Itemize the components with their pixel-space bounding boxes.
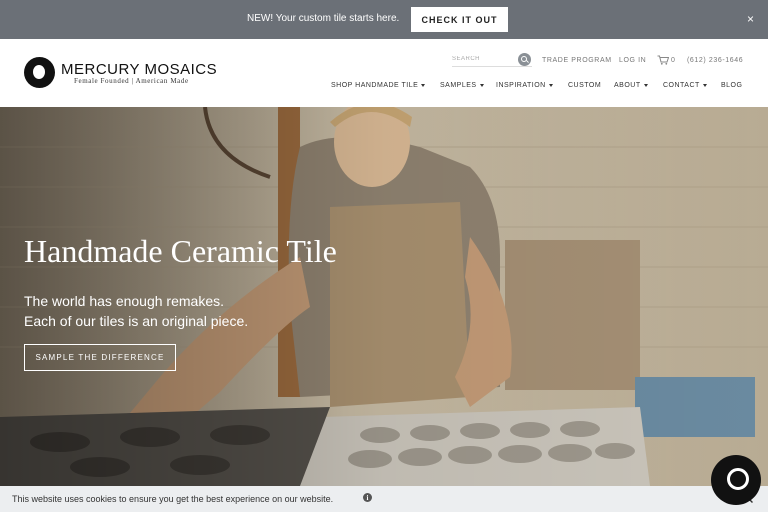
nav-shop-handmade-tile[interactable]: SHOP HANDMADE TILE [331, 82, 426, 89]
nav-custom[interactable]: CUSTOM [568, 82, 601, 89]
search-input[interactable] [452, 53, 514, 65]
logo-mark-icon[interactable] [24, 57, 55, 88]
info-icon[interactable]: i [363, 493, 372, 502]
chat-icon[interactable] [711, 455, 761, 505]
nav-label: SHOP HANDMADE TILE [331, 82, 419, 89]
chevron-down-icon [702, 83, 707, 87]
cart-count[interactable]: 0 [671, 57, 675, 64]
hero-subtitle-line-2: Each of our tiles is an original piece. [24, 313, 249, 329]
nav-label: CONTACT [663, 82, 700, 89]
hero-title: Handmade Ceramic Tile [24, 233, 337, 269]
nav-label: ABOUT [614, 82, 641, 89]
log-in-link[interactable]: LOG IN [619, 57, 646, 64]
announcement-bar: NEW! Your custom tile starts here. CHECK… [0, 0, 768, 39]
nav-label: SAMPLES [440, 82, 477, 89]
cookie-banner: This website uses cookies to ensure you … [0, 486, 768, 512]
check-it-out-button[interactable]: CHECK IT OUT [411, 7, 508, 32]
chevron-down-icon [479, 83, 484, 87]
brand-tagline: Female Founded | American Made [74, 77, 189, 85]
brand-name[interactable]: MERCURY MOSAICS [61, 61, 217, 78]
search-icon[interactable] [518, 53, 531, 66]
trade-program-link[interactable]: TRADE PROGRAM [542, 57, 612, 64]
chevron-down-icon [548, 83, 553, 87]
site-header: MERCURY MOSAICS Female Founded | America… [0, 39, 768, 107]
nav-label: CUSTOM [568, 82, 602, 89]
sample-the-difference-button[interactable]: SAMPLE THE DIFFERENCE [24, 344, 176, 371]
nav-contact[interactable]: CONTACT [663, 82, 707, 89]
search-box [452, 53, 532, 67]
cookie-text: This website uses cookies to ensure you … [12, 494, 334, 504]
phone-link[interactable]: (612) 236-1646 [687, 57, 743, 64]
nav-about[interactable]: ABOUT [614, 82, 648, 89]
chevron-down-icon [643, 83, 648, 87]
announcement-text: NEW! Your custom tile starts here. [247, 13, 400, 24]
cart-icon[interactable] [657, 55, 669, 65]
nav-label: BLOG [721, 82, 743, 89]
nav-inspiration[interactable]: INSPIRATION [496, 82, 553, 89]
nav-blog[interactable]: BLOG [721, 82, 742, 89]
nav-samples[interactable]: SAMPLES [440, 82, 484, 89]
hero-subtitle-line-1: The world has enough remakes. [24, 293, 224, 309]
announcement-close-icon[interactable]: × [747, 12, 754, 26]
chevron-down-icon [421, 83, 426, 87]
hero-banner: Handmade Ceramic Tile The world has enou… [0, 107, 768, 486]
nav-label: INSPIRATION [496, 82, 546, 89]
